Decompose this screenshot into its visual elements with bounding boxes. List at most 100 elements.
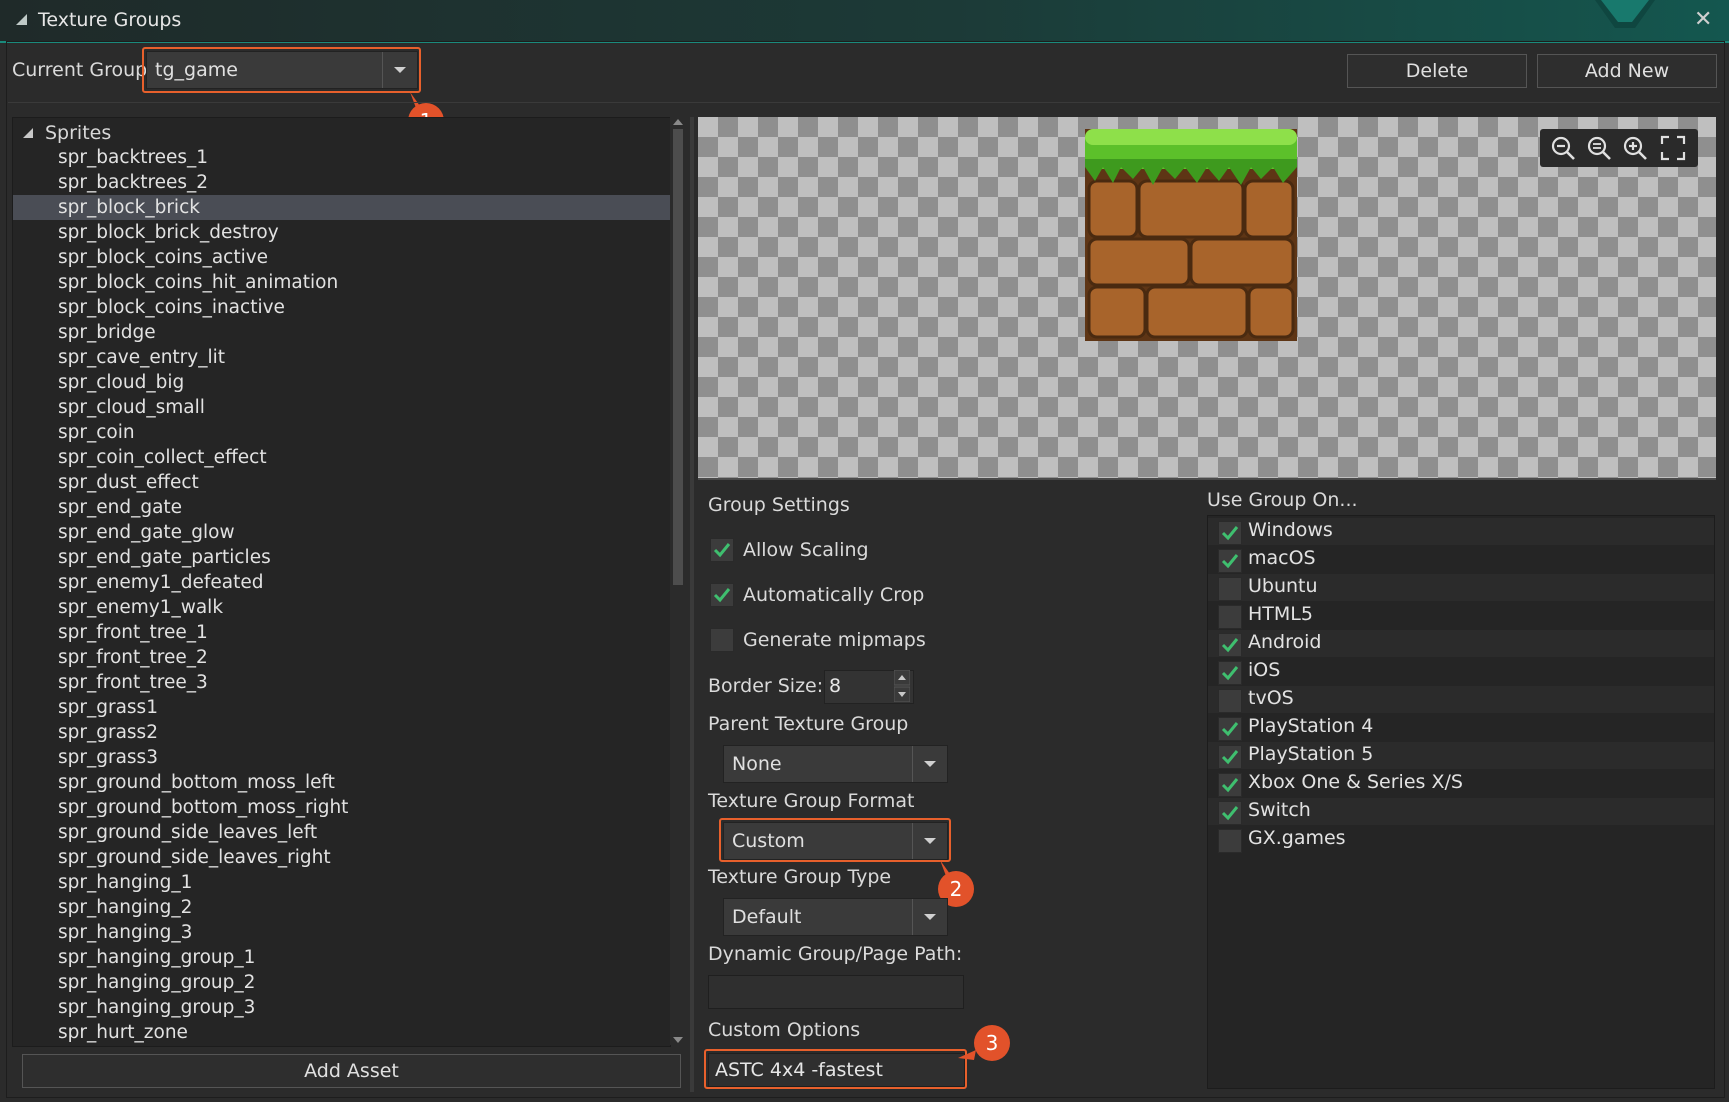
parent-group-dropdown[interactable]: None — [723, 745, 948, 783]
platform-label: GX.games — [1248, 827, 1346, 849]
platform-label: tvOS — [1248, 687, 1294, 709]
tree-item[interactable]: spr_grass3 — [13, 745, 670, 770]
tree-item[interactable]: spr_cloud_big — [13, 370, 670, 395]
format-label: Texture Group Format — [708, 790, 915, 812]
tree-item[interactable]: spr_ground_side_leaves_left — [13, 820, 670, 845]
tree-item[interactable]: spr_block_brick_destroy — [13, 220, 670, 245]
platform-row[interactable]: Android — [1208, 630, 1714, 657]
tree-item[interactable]: spr_enemy1_defeated — [13, 570, 670, 595]
tree-item[interactable]: spr_hanging_group_3 — [13, 995, 670, 1020]
tree-item[interactable]: spr_hanging_2 — [13, 895, 670, 920]
tree-item[interactable]: spr_hanging_1 — [13, 870, 670, 895]
tree-item[interactable]: spr_hanging_3 — [13, 920, 670, 945]
parent-group-value: None — [732, 753, 782, 775]
tree-item[interactable]: spr_backtrees_2 — [13, 170, 670, 195]
tree-item[interactable]: spr_cave_entry_lit — [13, 345, 670, 370]
tree-item[interactable]: spr_front_tree_3 — [13, 670, 670, 695]
mipmaps-label: Generate mipmaps — [743, 629, 926, 651]
platform-row[interactable]: Ubuntu — [1208, 574, 1714, 601]
tree-item[interactable]: spr_enemy1_walk — [13, 595, 670, 620]
platform-row[interactable]: PlayStation 4 — [1208, 714, 1714, 741]
scrollbar-thumb[interactable] — [673, 129, 683, 585]
tree-item[interactable]: spr_block_coins_inactive — [13, 295, 670, 320]
scroll-down-icon[interactable] — [673, 1037, 683, 1043]
title-decoration — [1595, 0, 1655, 28]
platform-checkbox[interactable] — [1218, 745, 1242, 769]
tree-item[interactable]: spr_grass2 — [13, 720, 670, 745]
zoom-in-icon[interactable] — [1622, 135, 1648, 161]
tree-item[interactable]: spr_grass1 — [13, 695, 670, 720]
add-asset-button[interactable]: Add Asset — [22, 1054, 681, 1088]
tree-item[interactable]: spr_front_tree_1 — [13, 620, 670, 645]
platform-checkbox[interactable] — [1218, 801, 1242, 825]
panel-splitter[interactable] — [690, 117, 694, 1092]
platform-label: Windows — [1248, 519, 1333, 541]
fit-screen-icon[interactable] — [1660, 135, 1686, 161]
tree-item[interactable]: spr_ground_bottom_moss_right — [13, 795, 670, 820]
tree-item[interactable]: spr_cloud_small — [13, 395, 670, 420]
scroll-up-icon[interactable] — [673, 119, 683, 125]
expand-icon[interactable] — [23, 128, 33, 138]
tree-item[interactable]: spr_bridge — [13, 320, 670, 345]
tree-item[interactable]: spr_end_gate_particles — [13, 545, 670, 570]
brick-sprite-image — [1085, 129, 1297, 341]
platform-row[interactable]: HTML5 — [1208, 602, 1714, 629]
chevron-down-icon[interactable] — [912, 746, 947, 782]
callout-number-2: 2 — [950, 877, 963, 901]
platform-row[interactable]: PlayStation 5 — [1208, 742, 1714, 769]
platform-row[interactable]: Xbox One & Series X/S — [1208, 770, 1714, 797]
mipmaps-checkbox[interactable] — [710, 628, 734, 652]
current-group-label: Current Group: — [12, 59, 154, 81]
tree-scrollbar[interactable] — [670, 117, 686, 1045]
platform-checkbox[interactable] — [1218, 577, 1242, 601]
tree-item[interactable]: spr_end_gate_glow — [13, 520, 670, 545]
platform-row[interactable]: Windows — [1208, 518, 1714, 545]
spinner-arrows-icon[interactable] — [894, 670, 910, 702]
type-dropdown[interactable]: Default — [723, 898, 948, 936]
platform-checkbox[interactable] — [1218, 717, 1242, 741]
tree-item[interactable]: spr_end_gate — [13, 495, 670, 520]
platform-row[interactable]: iOS — [1208, 658, 1714, 685]
zoom-reset-icon[interactable] — [1586, 135, 1612, 161]
tree-item[interactable]: spr_ground_bottom_moss_left — [13, 770, 670, 795]
tree-item[interactable]: spr_front_tree_2 — [13, 645, 670, 670]
platform-checkbox[interactable] — [1218, 549, 1242, 573]
dynamic-path-input[interactable] — [708, 975, 964, 1009]
asset-tree[interactable]: Sprites spr_backtrees_1 spr_backtrees_2 sp… — [12, 117, 671, 1047]
platform-row[interactable]: Switch — [1208, 798, 1714, 825]
auto-crop-checkbox[interactable] — [710, 583, 734, 607]
tree-item[interactable]: spr_block_brick — [13, 195, 670, 220]
divider — [8, 102, 1720, 103]
sprite-list: spr_backtrees_1 spr_backtrees_2 spr_block_… — [13, 145, 670, 1045]
platform-row[interactable]: GX.games — [1208, 826, 1714, 853]
callout-badge-3: 3 — [958, 1025, 1010, 1061]
tree-item[interactable]: spr_ground_side_leaves_right — [13, 845, 670, 870]
platform-checkbox[interactable] — [1218, 605, 1242, 629]
platform-checkbox[interactable] — [1218, 689, 1242, 713]
tree-item[interactable]: spr_block_coins_hit_animation — [13, 270, 670, 295]
platform-row[interactable]: macOS — [1208, 546, 1714, 573]
platform-checkbox[interactable] — [1218, 633, 1242, 657]
tree-item[interactable]: spr_hurt_zone — [13, 1020, 670, 1045]
platform-checkbox[interactable] — [1218, 829, 1242, 853]
tree-item[interactable]: spr_coin_collect_effect — [13, 445, 670, 470]
platform-row[interactable]: tvOS — [1208, 686, 1714, 713]
platform-checkbox[interactable] — [1218, 773, 1242, 797]
collapse-icon[interactable] — [16, 14, 27, 25]
tree-item[interactable]: spr_coin — [13, 420, 670, 445]
add-new-button[interactable]: Add New — [1537, 54, 1717, 88]
platform-checkbox[interactable] — [1218, 521, 1242, 545]
allow-scaling-checkbox[interactable] — [710, 538, 734, 562]
platform-checkbox[interactable] — [1218, 661, 1242, 685]
tree-item[interactable]: spr_hanging_group_1 — [13, 945, 670, 970]
allow-scaling-label: Allow Scaling — [743, 539, 869, 561]
tree-item[interactable]: spr_hanging_group_2 — [13, 970, 670, 995]
delete-button[interactable]: Delete — [1347, 54, 1527, 88]
tree-item[interactable]: spr_backtrees_1 — [13, 145, 670, 170]
chevron-down-icon[interactable] — [912, 899, 947, 935]
tree-item[interactable]: spr_block_coins_active — [13, 245, 670, 270]
dynamic-path-label: Dynamic Group/Page Path: — [708, 943, 963, 965]
tree-item[interactable]: spr_dust_effect — [13, 470, 670, 495]
close-icon[interactable]: ✕ — [1694, 9, 1712, 31]
zoom-out-icon[interactable] — [1550, 135, 1576, 161]
